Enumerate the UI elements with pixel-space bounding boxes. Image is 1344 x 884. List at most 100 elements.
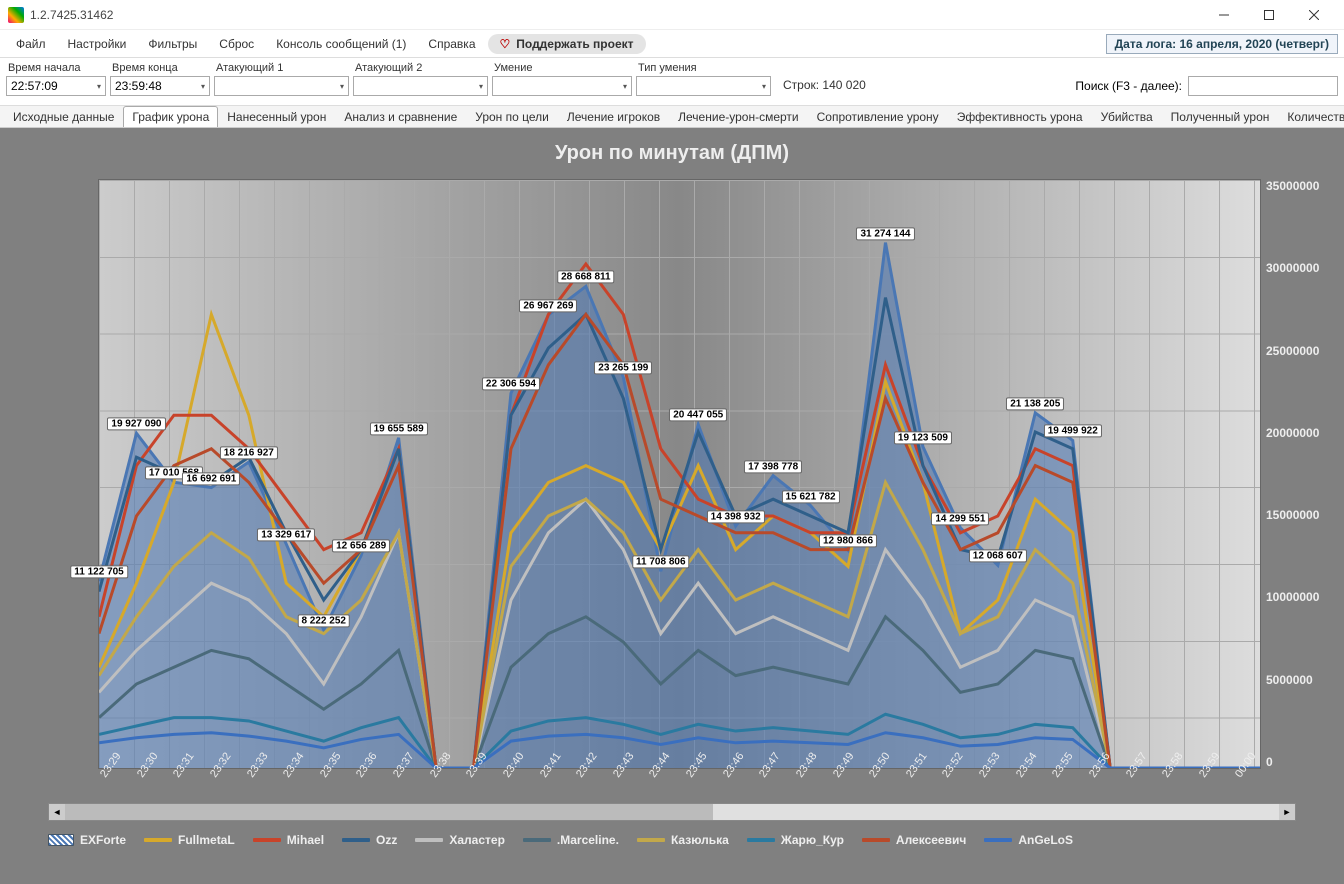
tab-1[interactable]: График урона bbox=[123, 106, 218, 127]
minimize-button[interactable] bbox=[1201, 0, 1246, 30]
skilltype-select[interactable]: ▾ bbox=[636, 76, 771, 96]
legend-swatch bbox=[523, 838, 551, 842]
tab-9[interactable]: Убийства bbox=[1092, 106, 1162, 127]
ytick: 5000000 bbox=[1266, 673, 1336, 687]
legend-swatch bbox=[637, 838, 665, 842]
legend-swatch bbox=[342, 838, 370, 842]
legend-item[interactable]: Жарю_Кур bbox=[747, 833, 844, 847]
tab-4[interactable]: Урон по цели bbox=[466, 106, 558, 127]
ytick: 0 bbox=[1266, 755, 1336, 769]
chart-legend: EXForte FullmetaL Mihael Ozz Халастер .Marcel… bbox=[8, 825, 1336, 855]
legend-item[interactable]: Казюлька bbox=[637, 833, 729, 847]
legend-label: Казюлька bbox=[671, 833, 729, 847]
menu-console[interactable]: Консоль сообщений (1) bbox=[266, 33, 416, 55]
skill-select[interactable]: ▾ bbox=[492, 76, 632, 96]
data-label: 16 692 691 bbox=[182, 472, 240, 485]
data-label: 14 299 551 bbox=[931, 512, 989, 525]
support-button[interactable]: ♡ Поддержать проект bbox=[488, 34, 646, 54]
legend-label: FullmetaL bbox=[178, 833, 235, 847]
menu-file[interactable]: Файл bbox=[6, 33, 56, 55]
skilltype-label: Тип умения bbox=[636, 62, 771, 74]
chart-plot-wrap: 11 122 70519 927 09017 010 56816 692 691… bbox=[8, 169, 1336, 799]
attacker1-label: Атакующий 1 bbox=[214, 62, 349, 74]
legend-swatch bbox=[253, 838, 281, 842]
legend-label: Ozz bbox=[376, 833, 397, 847]
start-time-label: Время начала bbox=[6, 62, 106, 74]
data-label: 28 668 811 bbox=[557, 271, 615, 284]
legend-label: Жарю_Кур bbox=[781, 833, 844, 847]
menubar: Файл Настройки Фильтры Сброс Консоль соо… bbox=[0, 30, 1344, 58]
legend-item[interactable]: FullmetaL bbox=[144, 833, 235, 847]
data-label: 8 222 252 bbox=[297, 614, 350, 627]
data-label: 26 967 269 bbox=[519, 299, 577, 312]
data-label: 12 980 866 bbox=[819, 534, 877, 547]
ytick: 15000000 bbox=[1266, 508, 1336, 522]
data-label: 11 122 705 bbox=[70, 566, 128, 579]
legend-item[interactable]: EXForte bbox=[48, 833, 126, 847]
menu-help[interactable]: Справка bbox=[418, 33, 485, 55]
legend-item[interactable]: Ozz bbox=[342, 833, 397, 847]
ytick: 25000000 bbox=[1266, 344, 1336, 358]
legend-item[interactable]: Mihael bbox=[253, 833, 324, 847]
tab-8[interactable]: Эффективность урона bbox=[948, 106, 1092, 127]
ytick: 20000000 bbox=[1266, 426, 1336, 440]
menu-filters[interactable]: Фильтры bbox=[138, 33, 207, 55]
data-label: 23 265 199 bbox=[594, 362, 652, 375]
tab-10[interactable]: Полученный урон bbox=[1162, 106, 1279, 127]
legend-label: Mihael bbox=[287, 833, 324, 847]
heart-icon: ♡ bbox=[500, 37, 511, 51]
tab-7[interactable]: Сопротивление урону bbox=[808, 106, 948, 127]
chart-title: Урон по минутам (ДПМ) bbox=[8, 136, 1336, 169]
search-input[interactable] bbox=[1188, 76, 1338, 96]
data-label: 17 398 778 bbox=[744, 460, 802, 473]
start-time-input[interactable]: 22:57:09▾ bbox=[6, 76, 106, 96]
legend-label: Алексеевич bbox=[896, 833, 966, 847]
maximize-button[interactable] bbox=[1246, 0, 1291, 30]
tab-2[interactable]: Нанесенный урон bbox=[218, 106, 335, 127]
tabbar: Исходные данныеГрафик уронаНанесенный ур… bbox=[0, 106, 1344, 128]
legend-item[interactable]: .Marceline. bbox=[523, 833, 619, 847]
chart-lines bbox=[99, 180, 1260, 768]
scrollbar-thumb[interactable] bbox=[65, 804, 713, 820]
data-label: 12 068 607 bbox=[969, 550, 1027, 563]
legend-swatch bbox=[747, 838, 775, 842]
legend-label: AnGeLoS bbox=[1018, 833, 1073, 847]
tab-5[interactable]: Лечение игроков bbox=[558, 106, 669, 127]
legend-swatch bbox=[48, 834, 74, 846]
x-axis: 23:2923:3023:3123:3223:3323:3423:3523:36… bbox=[98, 773, 1261, 803]
data-label: 20 447 055 bbox=[669, 409, 727, 422]
filter-bar: Время начала 22:57:09▾ Время конца 23:59… bbox=[0, 58, 1344, 106]
legend-label: Халастер bbox=[449, 833, 505, 847]
close-button[interactable] bbox=[1291, 0, 1336, 30]
data-label: 13 329 617 bbox=[257, 528, 315, 541]
tab-6[interactable]: Лечение-урон-смерти bbox=[669, 106, 807, 127]
data-label: 19 655 589 bbox=[370, 422, 428, 435]
data-label: 21 138 205 bbox=[1006, 397, 1064, 410]
tab-0[interactable]: Исходные данные bbox=[4, 106, 123, 127]
support-label: Поддержать проект bbox=[516, 37, 633, 51]
attacker1-select[interactable]: ▾ bbox=[214, 76, 349, 96]
data-label: 11 708 806 bbox=[632, 556, 690, 569]
data-label: 22 306 594 bbox=[482, 378, 540, 391]
legend-item[interactable]: AnGeLoS bbox=[984, 833, 1073, 847]
chart-scrollbar[interactable]: ◄ ► bbox=[48, 803, 1296, 821]
log-date: Дата лога: 16 апреля, 2020 (четверг) bbox=[1106, 34, 1338, 54]
menu-reset[interactable]: Сброс bbox=[209, 33, 264, 55]
attacker2-label: Атакующий 2 bbox=[353, 62, 488, 74]
menu-settings[interactable]: Настройки bbox=[58, 33, 137, 55]
tab-3[interactable]: Анализ и сравнение bbox=[335, 106, 466, 127]
attacker2-select[interactable]: ▾ bbox=[353, 76, 488, 96]
chart-plot[interactable]: 11 122 70519 927 09017 010 56816 692 691… bbox=[98, 179, 1261, 769]
end-time-input[interactable]: 23:59:48▾ bbox=[110, 76, 210, 96]
skill-label: Умение bbox=[492, 62, 632, 74]
legend-item[interactable]: Алексеевич bbox=[862, 833, 966, 847]
legend-swatch bbox=[984, 838, 1012, 842]
legend-label: .Marceline. bbox=[557, 833, 619, 847]
scroll-right-icon[interactable]: ► bbox=[1279, 804, 1295, 820]
chart-area: Урон по минутам (ДПМ) 11 122 70519 927 0… bbox=[0, 128, 1344, 884]
legend-item[interactable]: Халастер bbox=[415, 833, 505, 847]
tab-11[interactable]: Количество действий игрока bbox=[1278, 106, 1344, 127]
legend-swatch bbox=[862, 838, 890, 842]
end-time-label: Время конца bbox=[110, 62, 210, 74]
scroll-left-icon[interactable]: ◄ bbox=[49, 804, 65, 820]
